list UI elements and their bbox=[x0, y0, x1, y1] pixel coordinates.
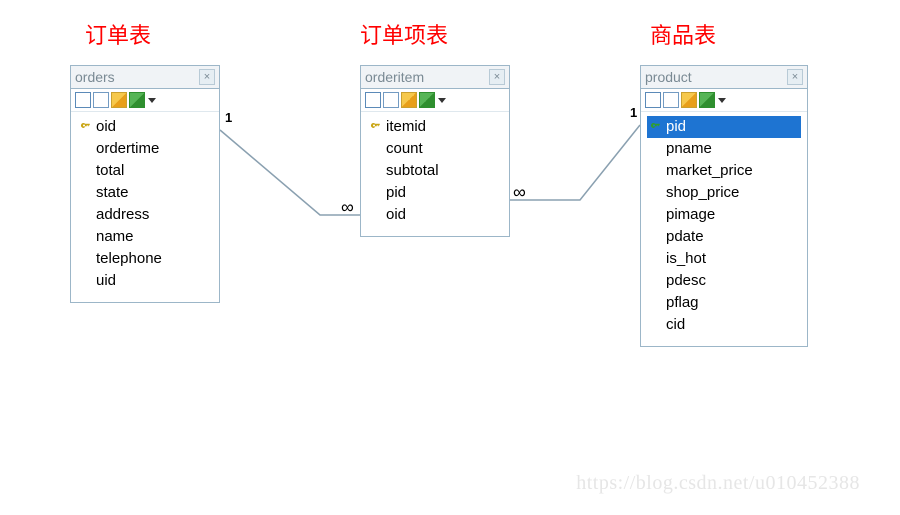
watermark: https://blog.csdn.net/u010452388 bbox=[576, 472, 860, 495]
col-name: total bbox=[96, 160, 124, 182]
close-icon[interactable]: × bbox=[199, 69, 215, 85]
toolbar-grid-icon[interactable] bbox=[645, 92, 661, 108]
key-icon bbox=[79, 120, 93, 134]
col-name: state bbox=[96, 182, 129, 204]
col-name: ordertime bbox=[96, 138, 159, 160]
col-name: oid bbox=[96, 116, 116, 138]
label-product: 商品表 bbox=[650, 18, 716, 50]
col-state[interactable]: ·state bbox=[77, 182, 213, 204]
toolbar-dropdown-icon[interactable] bbox=[718, 98, 726, 103]
table-product-title: product bbox=[645, 69, 692, 85]
rel-orders-card-many: ∞ bbox=[341, 197, 354, 218]
col-name: pdate bbox=[666, 226, 704, 248]
close-icon[interactable]: × bbox=[787, 69, 803, 85]
table-orders-columns: oid ·ordertime ·total ·state ·address ·n… bbox=[71, 112, 219, 302]
col-name: itemid bbox=[386, 116, 426, 138]
rel-product-card-one: 1 bbox=[630, 105, 637, 120]
col-pimage[interactable]: ·pimage bbox=[647, 204, 801, 226]
table-orderitem-columns: itemid ·count ·subtotal ·pid ·oid bbox=[361, 112, 509, 236]
col-name: subtotal bbox=[386, 160, 439, 182]
col-name: pid bbox=[386, 182, 406, 204]
table-product-toolbar bbox=[641, 89, 807, 112]
col-pdate[interactable]: ·pdate bbox=[647, 226, 801, 248]
col-pname[interactable]: ·pname bbox=[647, 138, 801, 160]
toolbar-grid2-icon[interactable] bbox=[383, 92, 399, 108]
col-telephone[interactable]: ·telephone bbox=[77, 248, 213, 270]
col-address[interactable]: ·address bbox=[77, 204, 213, 226]
col-name-col[interactable]: ·name bbox=[77, 226, 213, 248]
rel-orders-card-one: 1 bbox=[225, 110, 232, 125]
toolbar-exec-icon[interactable] bbox=[699, 92, 715, 108]
col-subtotal[interactable]: ·subtotal bbox=[367, 160, 503, 182]
col-shop-price[interactable]: ·shop_price bbox=[647, 182, 801, 204]
table-product-columns: pid ·pname ·market_price ·shop_price ·pi… bbox=[641, 112, 807, 346]
col-uid[interactable]: ·uid bbox=[77, 270, 213, 292]
col-name: is_hot bbox=[666, 248, 706, 270]
toolbar-exec-icon[interactable] bbox=[129, 92, 145, 108]
toolbar-grid2-icon[interactable] bbox=[93, 92, 109, 108]
table-orders-title: orders bbox=[75, 69, 115, 85]
col-name: oid bbox=[386, 204, 406, 226]
col-is-hot[interactable]: ·is_hot bbox=[647, 248, 801, 270]
table-product-header[interactable]: product × bbox=[641, 66, 807, 89]
table-orders-header[interactable]: orders × bbox=[71, 66, 219, 89]
col-pdesc[interactable]: ·pdesc bbox=[647, 270, 801, 292]
toolbar-grid2-icon[interactable] bbox=[663, 92, 679, 108]
toolbar-dropdown-icon[interactable] bbox=[438, 98, 446, 103]
toolbar-sql-icon[interactable] bbox=[681, 92, 697, 108]
label-orders: 订单表 bbox=[85, 18, 151, 50]
col-name: shop_price bbox=[666, 182, 739, 204]
close-icon[interactable]: × bbox=[489, 69, 505, 85]
key-icon bbox=[369, 120, 383, 134]
table-orderitem: orderitem × itemid ·count ·subtotal ·pid… bbox=[360, 65, 510, 237]
col-name: pname bbox=[666, 138, 712, 160]
col-pid[interactable]: pid bbox=[647, 116, 801, 138]
col-oid-fk[interactable]: ·oid bbox=[367, 204, 503, 226]
toolbar-grid-icon[interactable] bbox=[75, 92, 91, 108]
label-orderitem: 订单项表 bbox=[360, 18, 448, 50]
col-pid[interactable]: ·pid bbox=[367, 182, 503, 204]
table-orders: orders × oid ·ordertime ·total ·state ·a… bbox=[70, 65, 220, 303]
toolbar-sql-icon[interactable] bbox=[401, 92, 417, 108]
col-name: telephone bbox=[96, 248, 162, 270]
rel-product-card-many: ∞ bbox=[513, 182, 526, 203]
col-name: pid bbox=[666, 116, 686, 138]
col-cid[interactable]: ·cid bbox=[647, 314, 801, 336]
key-icon bbox=[649, 120, 663, 134]
col-name: address bbox=[96, 204, 149, 226]
col-market-price[interactable]: ·market_price bbox=[647, 160, 801, 182]
col-name: cid bbox=[666, 314, 685, 336]
col-name: uid bbox=[96, 270, 116, 292]
toolbar-dropdown-icon[interactable] bbox=[148, 98, 156, 103]
col-ordertime[interactable]: ·ordertime bbox=[77, 138, 213, 160]
col-count[interactable]: ·count bbox=[367, 138, 503, 160]
col-total[interactable]: ·total bbox=[77, 160, 213, 182]
table-orderitem-header[interactable]: orderitem × bbox=[361, 66, 509, 89]
col-name: pimage bbox=[666, 204, 715, 226]
toolbar-sql-icon[interactable] bbox=[111, 92, 127, 108]
col-name: pdesc bbox=[666, 270, 706, 292]
col-oid[interactable]: oid bbox=[77, 116, 213, 138]
toolbar-grid-icon[interactable] bbox=[365, 92, 381, 108]
table-product: product × pid ·pname ·market_price ·shop… bbox=[640, 65, 808, 347]
col-itemid[interactable]: itemid bbox=[367, 116, 503, 138]
col-name: pflag bbox=[666, 292, 699, 314]
col-pflag[interactable]: ·pflag bbox=[647, 292, 801, 314]
col-name: name bbox=[96, 226, 134, 248]
toolbar-exec-icon[interactable] bbox=[419, 92, 435, 108]
table-orderitem-toolbar bbox=[361, 89, 509, 112]
col-name: count bbox=[386, 138, 423, 160]
table-orders-toolbar bbox=[71, 89, 219, 112]
col-name: market_price bbox=[666, 160, 753, 182]
table-orderitem-title: orderitem bbox=[365, 69, 424, 85]
